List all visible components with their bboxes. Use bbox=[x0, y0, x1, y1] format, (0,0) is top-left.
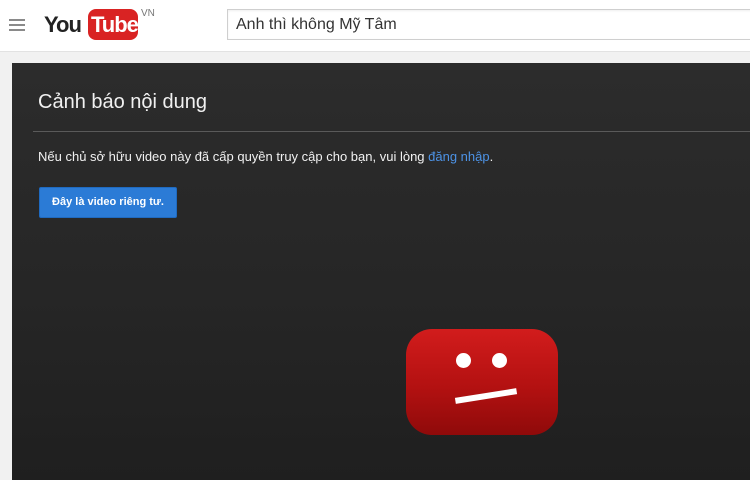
logo-tube-text: Tube bbox=[91, 12, 139, 37]
sad-icon-right-eye bbox=[492, 353, 507, 368]
logo-you-text: You bbox=[44, 12, 82, 37]
menu-bar bbox=[9, 24, 25, 26]
warning-message: Nếu chủ sở hữu video này đã cấp quyền tr… bbox=[38, 149, 493, 164]
guide-menu-icon[interactable] bbox=[9, 17, 27, 33]
search-input[interactable] bbox=[227, 9, 750, 40]
login-link[interactable]: đăng nhập bbox=[428, 149, 489, 164]
sad-icon-left-eye bbox=[456, 353, 471, 368]
menu-bar bbox=[9, 19, 25, 21]
message-text: Nếu chủ sở hữu video này đã cấp quyền tr… bbox=[38, 149, 429, 164]
video-player: Cảnh báo nội dung Nếu chủ sở hữu video n… bbox=[12, 63, 750, 480]
sad-icon-mouth bbox=[454, 388, 518, 404]
logo-country-code: VN bbox=[141, 8, 155, 19]
divider bbox=[33, 131, 750, 132]
private-video-button[interactable]: Đây là video riêng tư. bbox=[39, 187, 177, 218]
sad-video-icon bbox=[406, 329, 558, 435]
menu-bar bbox=[9, 29, 25, 31]
message-end: . bbox=[489, 149, 494, 164]
masthead: You Tube VN bbox=[0, 0, 750, 52]
content-warning-title: Cảnh báo nội dung bbox=[38, 91, 208, 113]
